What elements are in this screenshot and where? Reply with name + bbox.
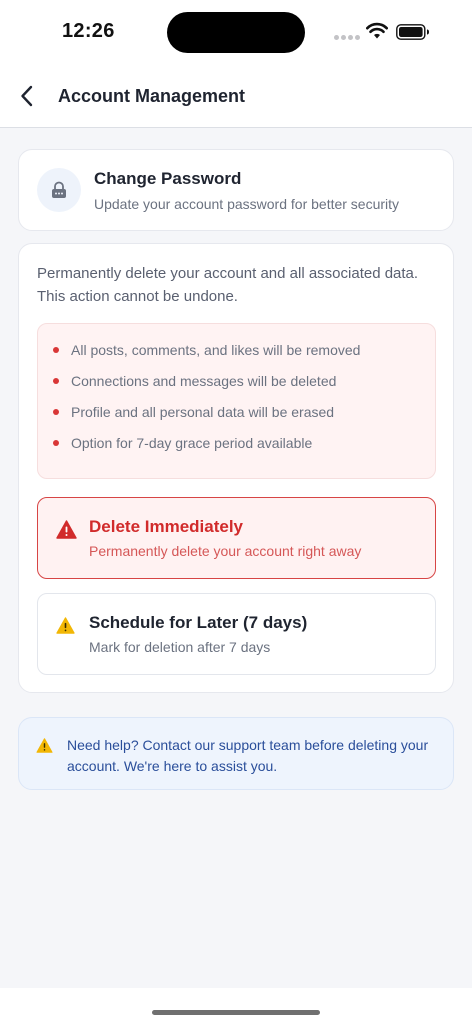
consequences-list: All posts, comments, and likes will be r… — [37, 323, 436, 479]
warning-triangle-icon — [56, 617, 75, 634]
bullet-icon — [53, 440, 59, 446]
back-button[interactable] — [12, 80, 42, 112]
delete-account-card: Permanently delete your account and all … — [18, 243, 454, 693]
battery-icon — [396, 24, 429, 40]
schedule-deletion-title: Schedule for Later (7 days) — [89, 613, 308, 632]
signal-dots-icon — [334, 35, 360, 40]
change-password-subtitle: Update your account password for better … — [94, 196, 400, 212]
warning-triangle-icon — [36, 738, 53, 753]
list-item: Connections and messages will be deleted — [71, 373, 337, 389]
app-header: Account Management — [0, 64, 472, 128]
delete-immediately-button[interactable]: Delete Immediately Permanently delete yo… — [37, 497, 436, 579]
warning-triangle-icon — [56, 520, 77, 539]
wifi-icon — [366, 22, 388, 39]
home-indicator[interactable] — [152, 1010, 320, 1015]
status-bar: 12:26 — [0, 0, 472, 64]
delete-description: Permanently delete your account and all … — [37, 265, 419, 305]
change-password-title: Change Password — [94, 169, 242, 188]
chevron-left-icon — [21, 85, 33, 107]
help-notice: Need help? Contact our support team befo… — [18, 717, 454, 790]
list-item: Option for 7-day grace period available — [71, 435, 313, 451]
schedule-deletion-button[interactable]: Schedule for Later (7 days) Mark for del… — [37, 593, 436, 675]
lock-icon — [37, 168, 81, 212]
list-item: Profile and all personal data will be er… — [71, 404, 335, 420]
dynamic-island — [167, 12, 305, 53]
help-text: Need help? Contact our support team befo… — [67, 737, 429, 774]
delete-immediately-subtitle: Permanently delete your account right aw… — [89, 543, 362, 559]
status-time: 12:26 — [62, 20, 115, 42]
list-item: All posts, comments, and likes will be r… — [71, 342, 361, 358]
bullet-icon — [53, 409, 59, 415]
bullet-icon — [53, 378, 59, 384]
change-password-card[interactable]: Change Password Update your account pass… — [18, 149, 454, 231]
delete-immediately-title: Delete Immediately — [89, 517, 244, 536]
bullet-icon — [53, 347, 59, 353]
page-title: Account Management — [58, 86, 246, 106]
schedule-deletion-subtitle: Mark for deletion after 7 days — [89, 639, 271, 655]
bottom-bar — [0, 988, 472, 1024]
